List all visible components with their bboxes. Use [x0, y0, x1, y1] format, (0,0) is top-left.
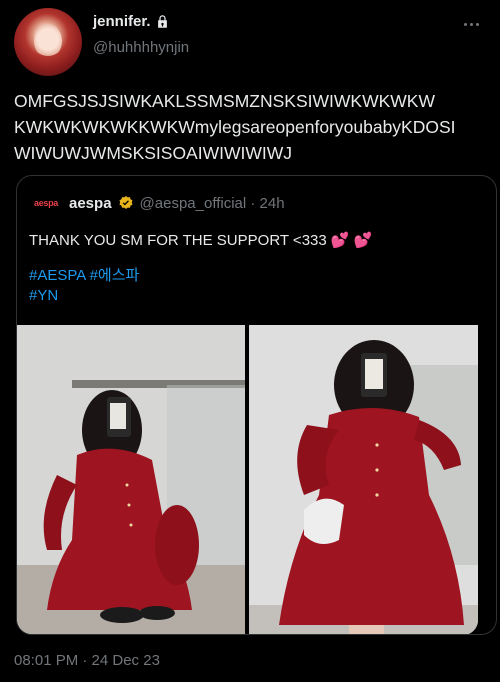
- quoted-display-name[interactable]: aespa: [69, 195, 112, 212]
- quoted-text-main: THANK YOU SM FOR THE SUPPORT <333: [29, 232, 331, 249]
- photo-1[interactable]: [17, 325, 245, 634]
- author-name-text[interactable]: jennifer.: [93, 13, 151, 30]
- lock-icon: [155, 14, 170, 29]
- quoted-text: THANK YOU SM FOR THE SUPPORT <333 💕 💕: [29, 231, 372, 251]
- hashtag-line[interactable]: #YN: [29, 286, 139, 306]
- quoted-tweet-card[interactable]: aespa aespa @aespa_official · 24h THANK …: [16, 175, 497, 635]
- tweet-timestamp[interactable]: 08:01 PM · 24 Dec 23: [14, 652, 160, 669]
- author-display-name[interactable]: jennifer.: [93, 13, 170, 30]
- tweet-text: OMFGSJSJSIWKAKLSSMSMZNSKSIWIWKWKWKW KWKW…: [14, 88, 490, 166]
- quoted-handle-time[interactable]: @aespa_official · 24h: [140, 195, 285, 212]
- quoted-tweet-header: aespa aespa @aespa_official · 24h: [29, 194, 285, 212]
- hashtag-line[interactable]: #AESPA #에스파: [29, 266, 139, 286]
- photo-2[interactable]: [249, 325, 478, 634]
- more-icon[interactable]: [460, 16, 482, 32]
- quoted-hashtags: #AESPA #에스파 #YN: [29, 266, 139, 306]
- quoted-avatar[interactable]: aespa: [29, 194, 63, 212]
- tweet-line: WIWUWJWMSKSISOAIWIWIWIWJ: [14, 143, 293, 163]
- tweet-line: OMFGSJSJSIWKAKLSSMSMZNSKSIWIWKWKWKW: [14, 91, 435, 111]
- heart-emoji: 💕 💕: [330, 232, 373, 249]
- tweet-line: KWKWKWKWKKWKWmylegsareopenforyoubabyKDOS…: [14, 117, 456, 137]
- verified-icon: [118, 195, 134, 211]
- author-avatar[interactable]: [14, 8, 82, 76]
- author-handle[interactable]: @huhhhhynjin: [93, 39, 189, 56]
